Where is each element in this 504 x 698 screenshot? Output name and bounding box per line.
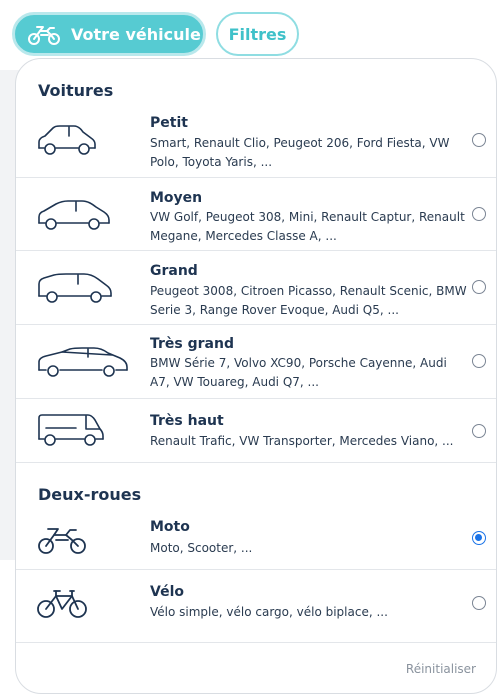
vehicle-option-tres-haut[interactable]: Très haut Renault Trafic, VW Transporter… (16, 399, 496, 463)
vehicle-option-description: Smart, Renault Clio, Peugeot 206, Ford F… (150, 136, 450, 169)
vehicle-option-description: Moto, Scooter, ... (150, 541, 253, 555)
radio-button[interactable] (472, 280, 486, 294)
vehicle-option-description: VW Golf, Peugeot 308, Mini, Renault Capt… (150, 210, 465, 243)
vehicle-option-label: Vélo (150, 584, 184, 600)
vehicle-option-velo[interactable]: Vélo Vélo simple, vélo cargo, vélo bipla… (16, 570, 496, 642)
radio-button-selected[interactable] (472, 531, 486, 545)
medium-car-icon (36, 198, 112, 232)
vehicle-dropdown-panel: Voitures Petit Smart, Renault Clio, Peug… (15, 58, 497, 694)
vehicle-option-moyen[interactable]: Moyen VW Golf, Peugeot 308, Mini, Renaul… (16, 178, 496, 251)
vehicle-option-tres-grand[interactable]: Très grand BMW Série 7, Volvo XC90, Pors… (16, 325, 496, 399)
very-large-car-icon (36, 345, 130, 379)
radio-button[interactable] (472, 207, 486, 221)
vehicle-option-description: Peugeot 3008, Citroen Picasso, Renault S… (150, 284, 467, 317)
large-car-icon (36, 271, 114, 305)
bicycle-icon (36, 586, 88, 620)
footer-divider (16, 642, 496, 643)
vehicle-option-label: Très grand (150, 336, 234, 352)
vehicle-option-description: BMW Série 7, Volvo XC90, Porsche Cayenne… (150, 356, 447, 389)
vehicle-option-label: Petit (150, 115, 188, 131)
reset-button[interactable]: Réinitialiser (406, 662, 476, 676)
vehicle-option-grand[interactable]: Grand Peugeot 3008, Citroen Picasso, Ren… (16, 251, 496, 325)
radio-button[interactable] (472, 133, 486, 147)
vehicle-option-description: Renault Trafic, VW Transporter, Mercedes… (150, 434, 454, 448)
motorcycle-icon (27, 22, 61, 46)
vehicle-option-label: Moyen (150, 190, 203, 206)
vehicle-filter-label: Votre véhicule (71, 24, 201, 44)
section-title-cars: Voitures (38, 81, 114, 100)
vehicle-filter-button[interactable]: Votre véhicule (12, 12, 206, 56)
van-icon (36, 413, 106, 447)
radio-button[interactable] (472, 596, 486, 610)
filters-button[interactable]: Filtres (216, 12, 299, 56)
filters-label: Filtres (228, 24, 287, 44)
small-car-icon (36, 123, 98, 157)
vehicle-option-label: Très haut (150, 413, 224, 429)
section-title-two-wheelers: Deux-roues (38, 485, 142, 504)
vehicle-option-label: Moto (150, 519, 190, 535)
motorcycle-icon (36, 523, 88, 557)
vehicle-option-label: Grand (150, 263, 198, 279)
vehicle-option-description: Vélo simple, vélo cargo, vélo biplace, .… (150, 605, 388, 619)
radio-button[interactable] (472, 354, 486, 368)
vehicle-option-petit[interactable]: Petit Smart, Renault Clio, Peugeot 206, … (16, 103, 496, 178)
radio-button[interactable] (472, 424, 486, 438)
vehicle-option-moto[interactable]: Moto Moto, Scooter, ... (16, 507, 496, 570)
